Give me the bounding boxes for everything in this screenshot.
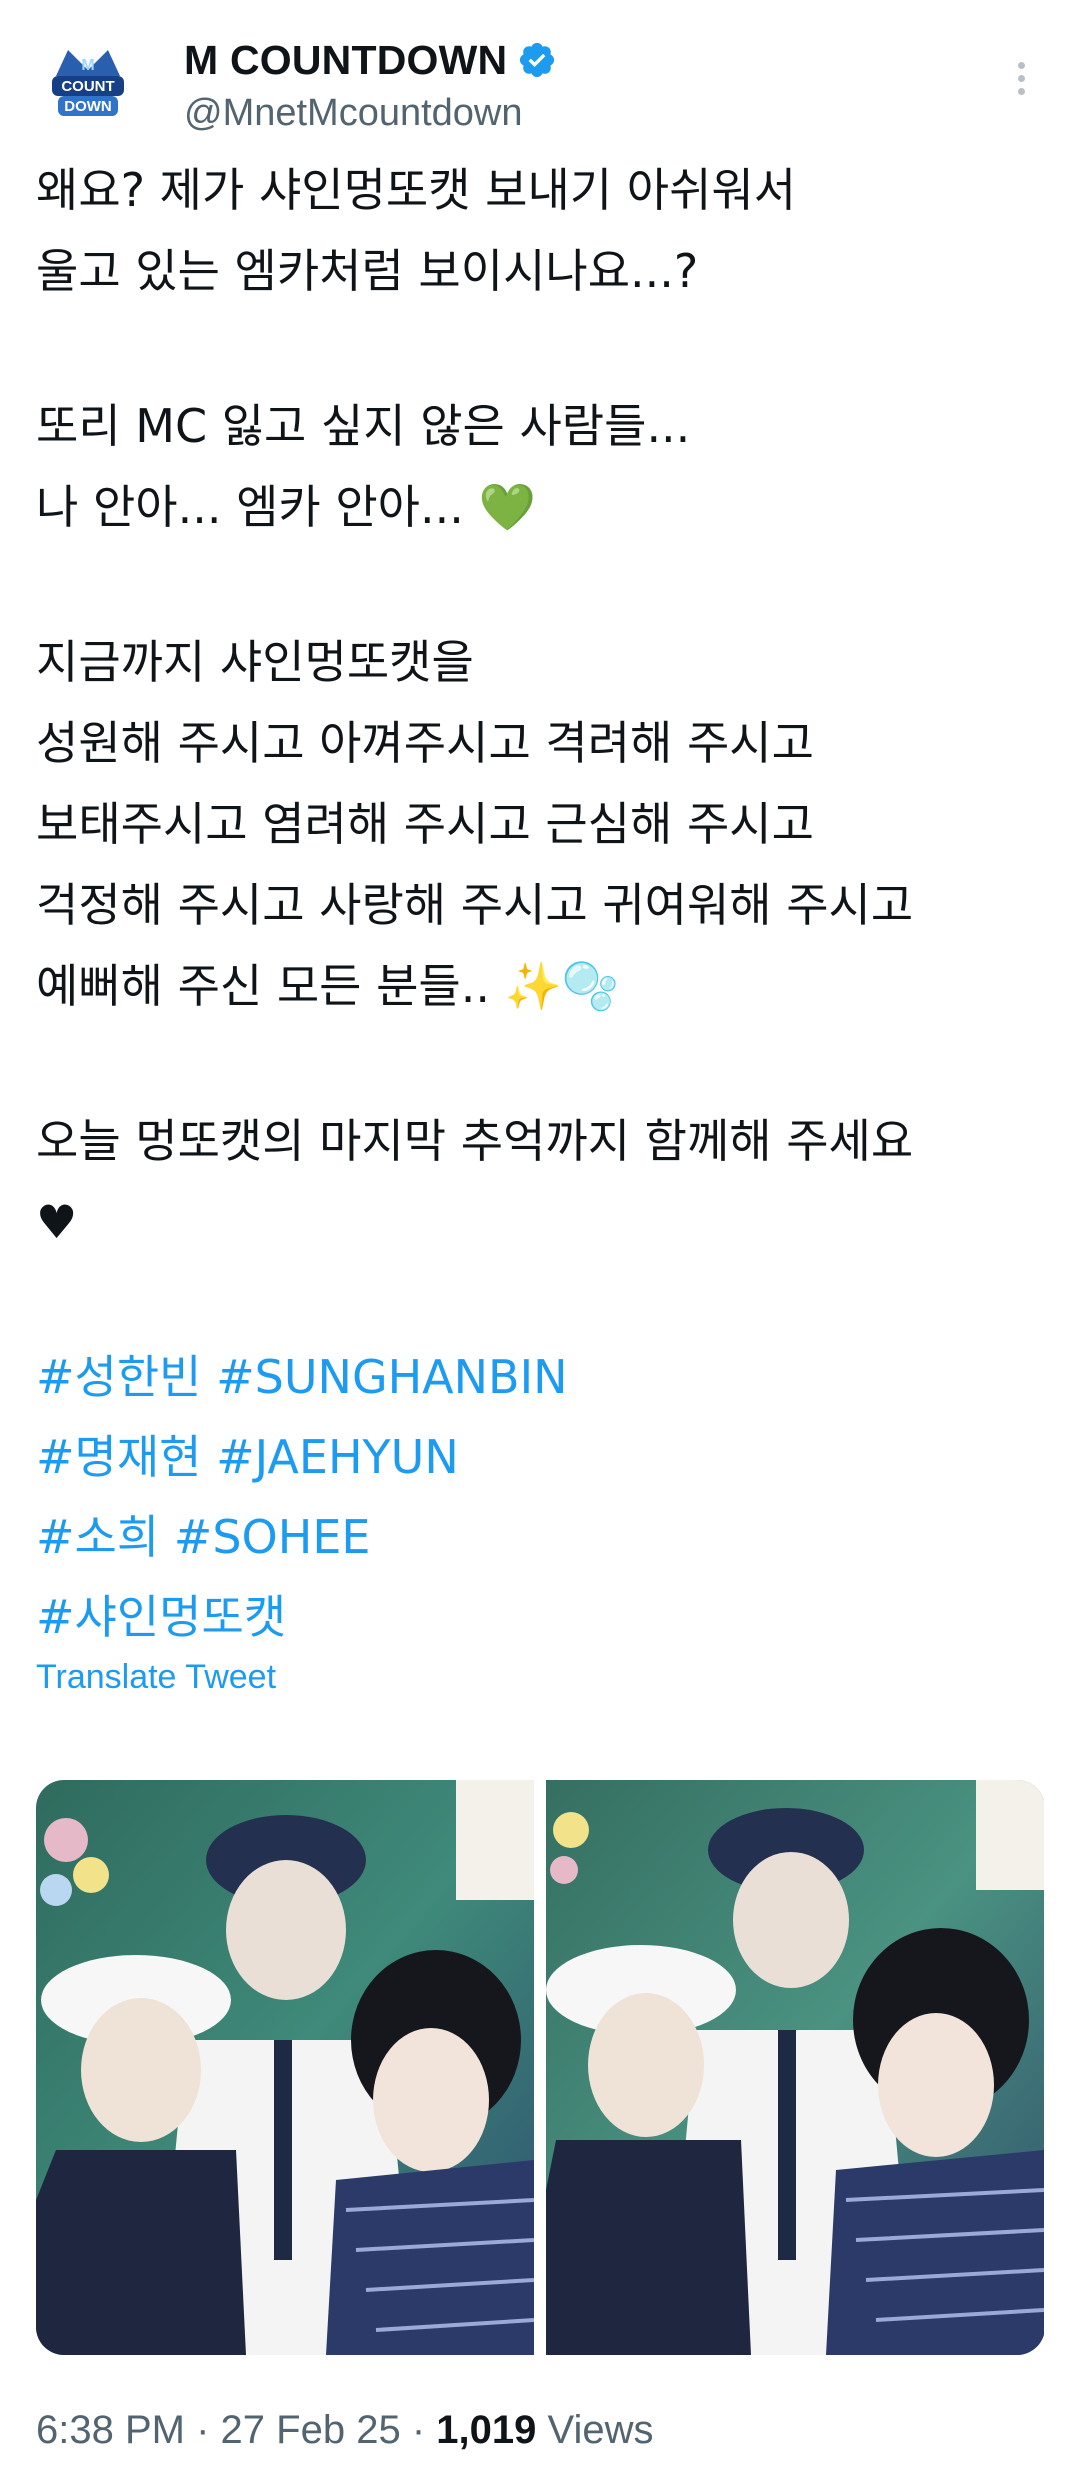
photo-2-image	[546, 1780, 1044, 2355]
views-count: 1,019	[436, 2408, 537, 2452]
verified-badge-icon	[520, 42, 555, 78]
display-name[interactable]: M COUNTDOWN	[184, 37, 507, 84]
tweet-detail-page: COUNT DOWN M M COUNTDOWN @MnetMcountdown…	[0, 0, 1080, 2472]
tweet-line: 울고 있는 엠카처럼 보이시나요...?	[36, 244, 699, 298]
tweet-line: 예뻐해 주신 모든 분들.. ✨🫧	[36, 959, 620, 1013]
svg-text:M: M	[81, 57, 94, 74]
photo-1-image	[36, 1780, 534, 2355]
meta-separator: ·	[411, 2408, 426, 2452]
meta-separator: ·	[196, 2408, 210, 2452]
tweet-line: 지금까지 샤인멍또캣을	[36, 635, 474, 689]
more-vertical-icon[interactable]	[1006, 48, 1036, 108]
tweet-header: COUNT DOWN M M COUNTDOWN @MnetMcountdown	[36, 30, 1046, 140]
photo-2[interactable]	[546, 1780, 1044, 2355]
tweet-line: 또리 MC 잃고 싶지 않은 사람들...	[36, 399, 691, 453]
more-dot	[1017, 74, 1025, 82]
user-handle[interactable]: @MnetMcountdown	[184, 92, 523, 135]
hashtag-link[interactable]: #샤인멍또캣	[36, 1577, 1046, 1657]
views-label: Views	[547, 2408, 654, 2452]
tweet-time[interactable]: 6:38 PM	[36, 2408, 185, 2452]
tweet-line: 오늘 멍또캣의 마지막 추억까지 함께해 주세요	[36, 1114, 914, 1168]
hashtag-link[interactable]: #소희 #SOHEE	[36, 1497, 1046, 1577]
tweet-text: 왜요? 제가 샤인멍또캣 보내기 아쉬워서 울고 있는 엠카처럼 보이시나요..…	[36, 150, 1046, 1657]
name-row: M COUNTDOWN	[184, 30, 557, 90]
svg-text:DOWN: DOWN	[64, 98, 112, 115]
more-dot	[1017, 87, 1025, 95]
more-dot	[1017, 61, 1025, 69]
avatar[interactable]: COUNT DOWN M	[38, 36, 138, 136]
media-grid	[36, 1780, 1045, 2355]
tweet-line-heart: ♥	[36, 1195, 78, 1249]
tweet-date[interactable]: 27 Feb 25	[221, 2408, 401, 2452]
photo-1[interactable]	[36, 1780, 534, 2355]
hashtag-link[interactable]: #성한빈 #SUNGHANBIN	[36, 1337, 1046, 1417]
tweet-line: 성원해 주시고 아껴주시고 격려해 주시고	[36, 716, 814, 770]
tweet-line: 보태주시고 염려해 주시고 근심해 주시고	[36, 797, 814, 851]
translate-tweet-link[interactable]: Translate Tweet	[36, 1658, 276, 1697]
mcountdown-logo-icon: COUNT DOWN M	[38, 36, 138, 136]
tweet-line: 왜요? 제가 샤인멍또캣 보내기 아쉬워서	[36, 163, 797, 217]
svg-text:COUNT: COUNT	[61, 78, 114, 95]
tweet-meta: 6:38 PM · 27 Feb 25 · 1,019 Views	[36, 2408, 653, 2453]
tweet-line: 걱정해 주시고 사랑해 주시고 귀여워해 주시고	[36, 878, 914, 932]
hashtag-link[interactable]: #명재현 #JAEHYUN	[36, 1417, 1046, 1497]
tweet-line: 나 안아... 엠카 안아... 💚	[36, 480, 536, 534]
